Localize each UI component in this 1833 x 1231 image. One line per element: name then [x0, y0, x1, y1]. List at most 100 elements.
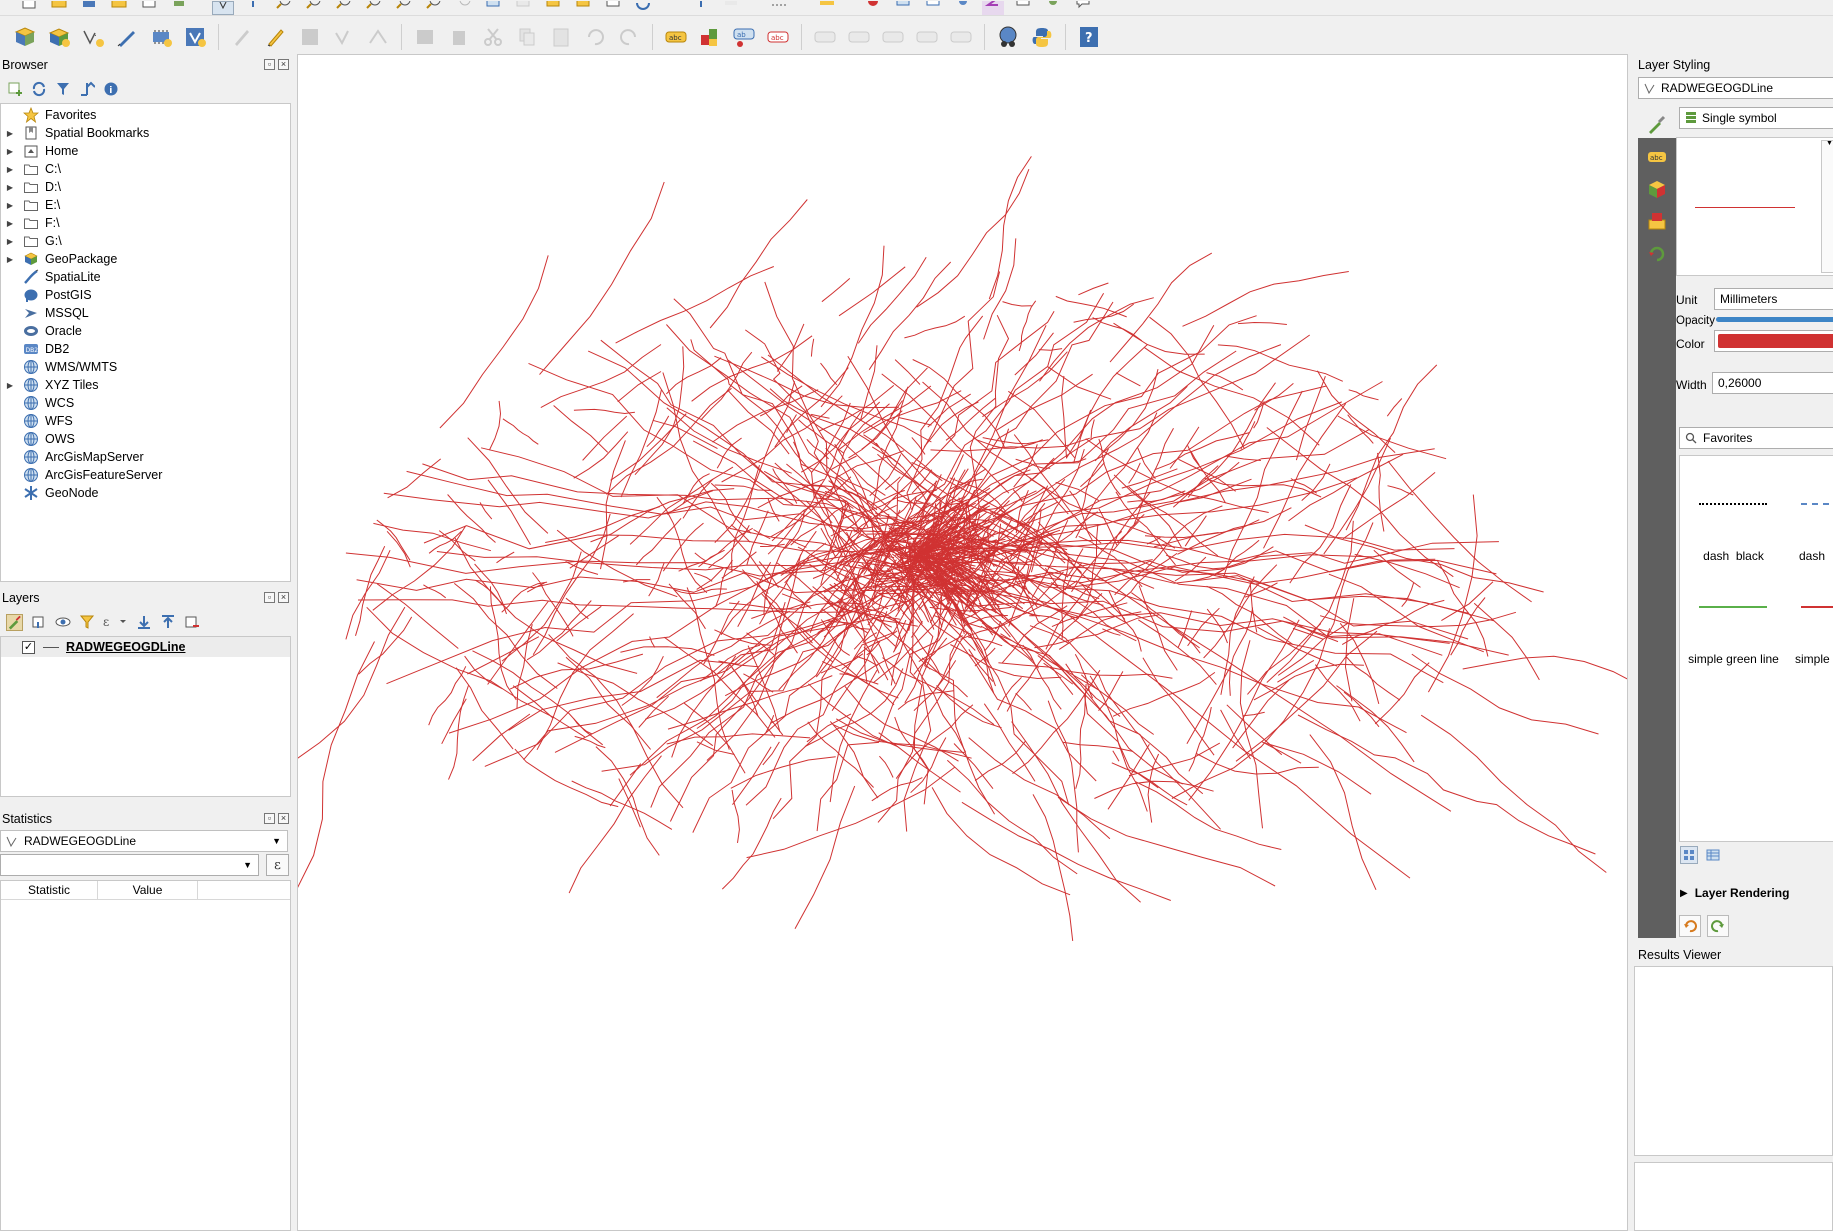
attribute-table-icon[interactable] — [816, 0, 838, 15]
layer-notes-icon[interactable] — [1012, 0, 1034, 15]
refresh-icon[interactable] — [30, 81, 47, 98]
expand-arrow-icon[interactable]: ▶ — [4, 183, 16, 192]
measure-icon[interactable] — [768, 1, 790, 15]
browser-item[interactable]: SpatiaLite — [1, 268, 290, 286]
chat-icon[interactable] — [1072, 0, 1094, 15]
symbol-tree-scroll[interactable] — [1821, 140, 1833, 273]
browser-item[interactable]: DB2 DB2 — [1, 340, 290, 358]
browser-item[interactable]: ArcGisMapServer — [1, 448, 290, 466]
browser-item[interactable]: WFS — [1, 412, 290, 430]
pan-map-icon[interactable] — [212, 0, 234, 15]
browser-item[interactable]: ▶ G:\ — [1, 232, 290, 250]
masks-tab-icon[interactable] — [1644, 208, 1670, 234]
float-panel-icon[interactable]: ▫ — [264, 592, 275, 603]
icon-view-button[interactable] — [1680, 846, 1698, 864]
label-toolbar-icon[interactable]: abc — [661, 22, 691, 52]
color-button[interactable] — [1714, 330, 1833, 352]
close-panel-icon[interactable]: × — [278, 592, 289, 603]
help-icon[interactable]: ? — [1074, 22, 1104, 52]
zoom-to-layer-icon[interactable] — [422, 0, 444, 15]
statistics-layer-combo[interactable]: RADWEGEOGDLine ▼ — [0, 830, 288, 852]
redo-icon[interactable] — [614, 22, 644, 52]
paste-features-icon[interactable] — [546, 22, 576, 52]
plugin-icon[interactable] — [1042, 0, 1064, 15]
refresh-icon[interactable] — [632, 1, 654, 15]
properties-info-icon[interactable]: i — [102, 81, 119, 98]
browser-item[interactable]: Favorites — [1, 106, 290, 124]
browser-item[interactable]: MSSQL — [1, 304, 290, 322]
history-tab-icon[interactable] — [1644, 240, 1670, 266]
save-project-icon[interactable] — [78, 0, 100, 15]
symbol-dash-black[interactable]: dash black — [1680, 456, 1787, 563]
browser-item[interactable]: ▶ D:\ — [1, 178, 290, 196]
browser-item[interactable]: WMS/WMTS — [1, 358, 290, 376]
expand-arrow-icon[interactable]: ▶ — [4, 129, 16, 138]
new-print-layout-icon[interactable] — [108, 0, 130, 15]
browser-item[interactable]: GeoNode — [1, 484, 290, 502]
identify-features-icon[interactable] — [690, 0, 712, 15]
new-shapefile-layer-icon[interactable]: . — [78, 22, 108, 52]
show-hide-labels-icon[interactable]: abc — [763, 22, 793, 52]
browser-item[interactable]: Oracle — [1, 322, 290, 340]
statistics-field-combo[interactable]: ▼ — [0, 854, 259, 876]
layer-rendering-toggle[interactable]: ▶ Layer Rendering — [1680, 886, 1789, 900]
close-panel-icon[interactable]: × — [278, 813, 289, 824]
open-project-icon[interactable] — [48, 0, 70, 15]
expand-arrow-icon[interactable]: ▶ — [4, 201, 16, 210]
browser-item[interactable]: ▶ E:\ — [1, 196, 290, 214]
collapse-all-icon[interactable] — [159, 614, 176, 631]
save-edits-icon[interactable] — [295, 22, 325, 52]
map-canvas[interactable] — [297, 54, 1628, 1231]
symbol-search-input[interactable]: Favorites — [1679, 427, 1833, 449]
annotation-icon[interactable] — [922, 0, 944, 15]
filter-icon[interactable] — [54, 81, 71, 98]
digitize-pen-icon[interactable] — [112, 22, 142, 52]
move-diagram-icon[interactable] — [946, 22, 976, 52]
column-header-value[interactable]: Value — [98, 881, 198, 899]
move-label-icon[interactable] — [810, 22, 840, 52]
collapse-all-icon[interactable] — [78, 81, 95, 98]
pin-labels-icon[interactable]: ab — [729, 22, 759, 52]
zoom-in-icon[interactable] — [272, 0, 294, 15]
new-bookmark-icon[interactable] — [572, 0, 594, 15]
browser-item[interactable]: ArcGisFeatureServer — [1, 466, 290, 484]
diagram-options-icon[interactable] — [695, 22, 725, 52]
list-view-button[interactable] — [1704, 846, 1722, 864]
symbol-simple-red[interactable]: simple — [1787, 560, 1833, 666]
style-manager-icon[interactable] — [168, 0, 190, 15]
expand-arrow-icon[interactable]: ▶ — [4, 219, 16, 228]
layer-styling-panel-icon[interactable] — [6, 613, 23, 631]
new-memory-layer-icon[interactable] — [146, 22, 176, 52]
symbol-dash-blue[interactable]: dash — [1787, 456, 1833, 563]
float-panel-icon[interactable]: ▫ — [264, 59, 275, 70]
show-bookmarks-icon[interactable] — [602, 0, 624, 15]
add-group-icon[interactable] — [30, 614, 47, 631]
manage-map-themes-icon[interactable] — [54, 614, 71, 631]
expression-button[interactable]: ε — [266, 854, 289, 876]
zoom-last-icon[interactable] — [482, 0, 504, 15]
edits-pencil-icon[interactable] — [227, 22, 257, 52]
symbology-tab-icon[interactable] — [1644, 112, 1670, 138]
deselect-icon[interactable] — [720, 0, 742, 15]
plugin-gear-icon[interactable] — [952, 0, 974, 15]
expand-arrow-icon[interactable]: ▶ — [4, 255, 16, 264]
browser-item[interactable]: ▶ Spatial Bookmarks — [1, 124, 290, 142]
remove-layer-icon[interactable] — [183, 614, 200, 631]
browser-item[interactable]: ▶ C:\ — [1, 160, 290, 178]
browser-item[interactable]: WCS — [1, 394, 290, 412]
layer-row[interactable]: ✓ RADWEGEOGDLine — [1, 637, 290, 657]
new-geopackage-layer-icon[interactable] — [44, 22, 74, 52]
data-source-manager-icon[interactable] — [10, 22, 40, 52]
renderer-combo[interactable]: Single symbol — [1679, 107, 1833, 129]
vertex-tool-icon[interactable] — [363, 22, 393, 52]
expand-all-icon[interactable] — [135, 614, 152, 631]
pin-label-dis-icon[interactable] — [912, 22, 942, 52]
zoom-rubberband-icon[interactable] — [332, 0, 354, 15]
zoom-native-icon[interactable] — [452, 0, 474, 15]
browser-item[interactable]: OWS — [1, 430, 290, 448]
add-line-feature-icon[interactable] — [329, 22, 359, 52]
plugin-globe-binoculars-icon[interactable] — [993, 22, 1023, 52]
browser-item[interactable]: ▶ XYZ Tiles — [1, 376, 290, 394]
unit-combo[interactable]: Millimeters — [1714, 288, 1833, 310]
3d-view-tab-icon[interactable] — [1644, 176, 1670, 202]
